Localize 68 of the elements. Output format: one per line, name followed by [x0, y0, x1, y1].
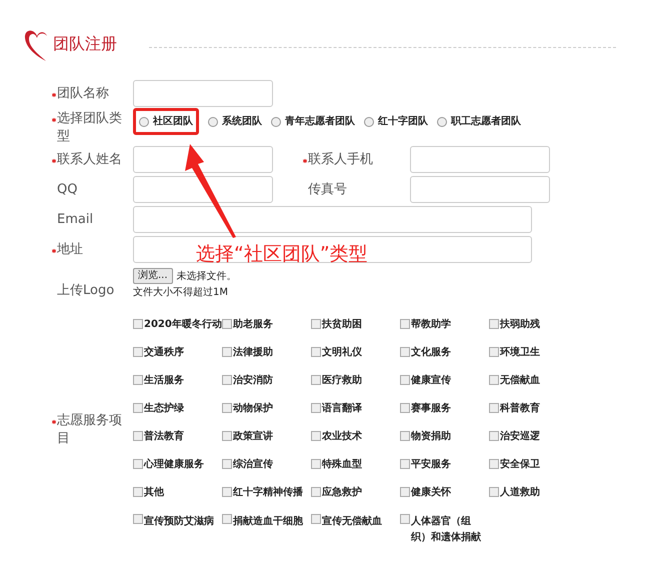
checkbox-option[interactable]: 健康关怀	[400, 478, 489, 506]
input-field[interactable]	[133, 80, 273, 107]
field-label: 地址	[56, 240, 83, 258]
checkbox-option[interactable]: 其他	[133, 478, 222, 506]
checkbox-option[interactable]: 人道救助	[489, 478, 578, 506]
checkbox-option[interactable]: 政策宣讲	[222, 422, 311, 450]
checkbox-option[interactable]: 物资捐助	[400, 422, 489, 450]
checkbox-option[interactable]: 无偿献血	[489, 366, 578, 394]
checkbox-option[interactable]: 扶弱助残	[489, 310, 578, 338]
input-field[interactable]	[410, 176, 550, 203]
checkbox-option[interactable]: 宣传无偿献血	[311, 506, 400, 550]
checkbox-option[interactable]: 治安消防	[222, 366, 311, 394]
browse-button[interactable]: 浏览...	[133, 268, 173, 284]
field-label: 上传Logo	[56, 282, 114, 300]
field-label: QQ	[56, 180, 78, 198]
radio-option[interactable]: 青年志愿者团队	[271, 114, 355, 129]
checkbox-option[interactable]: 环境卫生	[489, 338, 578, 366]
field-label: 传真号	[307, 180, 347, 198]
input-field[interactable]	[133, 236, 532, 263]
checkbox-option[interactable]: 捐献造血干细胞	[222, 506, 311, 550]
page-title: 团队注册	[53, 33, 117, 55]
checkbox-option[interactable]: 医疗救助	[311, 366, 400, 394]
checkbox-option[interactable]: 农业技术	[311, 422, 400, 450]
input-field[interactable]	[133, 206, 532, 233]
field-label: Email	[56, 210, 94, 228]
checkbox-option[interactable]: 赛事服务	[400, 394, 489, 422]
checkbox-option[interactable]: 应急救护	[311, 478, 400, 506]
field-label: 联系人姓名	[56, 150, 122, 168]
checkbox-option[interactable]: 扶贫助困	[311, 310, 400, 338]
checkbox-option[interactable]: 宣传预防艾滋病	[133, 506, 222, 550]
radio-option[interactable]: 职工志愿者团队	[437, 114, 521, 129]
input-field[interactable]	[133, 176, 273, 203]
checkbox-option[interactable]: 帮教助学	[400, 310, 489, 338]
checkbox-option[interactable]: 2020年暖冬行动	[133, 310, 222, 338]
checkbox-option[interactable]: 生活服务	[133, 366, 222, 394]
checkbox-option[interactable]: 心理健康服务	[133, 450, 222, 478]
input-field[interactable]	[410, 146, 550, 173]
checkbox-option[interactable]: 健康宣传	[400, 366, 489, 394]
checkbox-option[interactable]: 人体器官（组织）和遗体捐献	[400, 506, 489, 550]
radio-option[interactable]: 红十字团队	[364, 114, 428, 129]
radio-option[interactable]: 系统团队	[208, 114, 262, 129]
field-label: 选择团队类型	[56, 110, 123, 146]
field-label: 联系人手机	[307, 150, 373, 168]
checkbox-option[interactable]: 综治宣传	[222, 450, 311, 478]
checkbox-option[interactable]: 安全保卫	[489, 450, 578, 478]
checkbox-option[interactable]: 生态护绿	[133, 394, 222, 422]
file-status: 未选择文件。	[176, 270, 237, 284]
checkbox-option[interactable]: 法律援助	[222, 338, 311, 366]
checkbox-option[interactable]: 特殊血型	[311, 450, 400, 478]
field-label: 团队名称	[56, 84, 109, 102]
file-size-hint: 文件大小不得超过1M	[133, 286, 229, 300]
checkbox-option[interactable]: 助老服务	[222, 310, 311, 338]
heart-icon	[24, 28, 50, 62]
checkbox-option[interactable]: 交通秩序	[133, 338, 222, 366]
checkbox-option[interactable]: 动物保护	[222, 394, 311, 422]
checkbox-option[interactable]: 治安巡逻	[489, 422, 578, 450]
checkbox-option[interactable]: 文明礼仪	[311, 338, 400, 366]
radio-option[interactable]: 社区团队	[139, 114, 193, 129]
checkbox-option[interactable]: 普法教育	[133, 422, 222, 450]
checkbox-option[interactable]: 文化服务	[400, 338, 489, 366]
annotation-text: 选择“社区团队”类型	[196, 242, 368, 267]
checkbox-option[interactable]: 语言翻译	[311, 394, 400, 422]
input-field[interactable]	[133, 146, 273, 173]
field-label: 志愿服务项目	[56, 412, 123, 448]
checkbox-option[interactable]: 红十字精神传播	[222, 478, 311, 506]
checkbox-option[interactable]: 科普教育	[489, 394, 578, 422]
checkbox-option[interactable]: 平安服务	[400, 450, 489, 478]
highlight-box	[133, 108, 199, 135]
